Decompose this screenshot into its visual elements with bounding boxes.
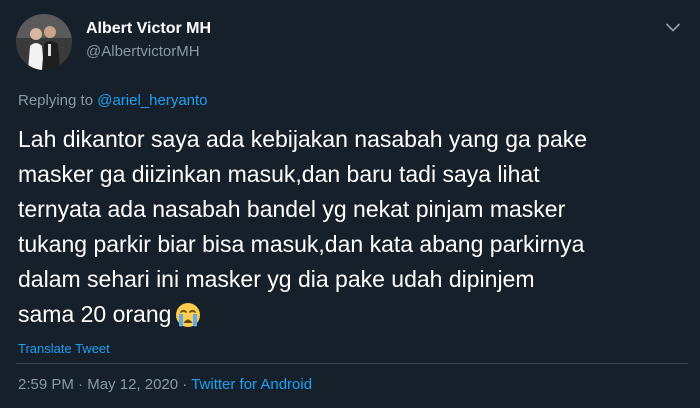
display-name[interactable]: Albert Victor MH — [86, 20, 211, 38]
tweet-line: sama 20 orang — [18, 301, 172, 327]
replying-to: Replying to @ariel_heryanto — [18, 92, 208, 109]
loudly-crying-face-emoji-icon — [175, 302, 201, 338]
translate-tweet-link[interactable]: Translate Tweet — [18, 341, 110, 356]
tweet-date[interactable]: May 12, 2020 — [87, 376, 178, 393]
meta-separator: · — [178, 376, 192, 393]
tweet-line: ternyata ada nasabah bandel yg nekat pin… — [18, 196, 566, 222]
tweet-line: tukang parkir biar bisa masuk,dan kata a… — [18, 231, 585, 257]
tweet-last-line: sama 20 orang — [18, 297, 690, 338]
chevron-down-icon[interactable] — [660, 14, 686, 40]
tweet-time[interactable]: 2:59 PM — [18, 376, 74, 393]
replying-label: Replying to — [18, 92, 98, 109]
tweet-line: masker ga diizinkan masuk,dan baru tadi … — [18, 161, 540, 187]
meta-separator: · — [73, 376, 88, 393]
tweet-line: Lah dikantor saya ada kebijakan nasabah … — [18, 126, 588, 152]
user-handle[interactable]: @AlbertvictorMH — [86, 43, 200, 60]
reply-handle-link[interactable]: @ariel_heryanto — [97, 92, 207, 109]
avatar[interactable] — [16, 14, 72, 70]
tweet-meta: 2:59 PM · May 12, 2020 · Twitter for And… — [18, 376, 312, 393]
tweet-source-link[interactable]: Twitter for Android — [191, 376, 312, 393]
tweet-card: Albert Victor MH @AlbertvictorMH Replyin… — [0, 0, 700, 408]
tweet-line: dalam sehari ini masker yg dia pake udah… — [18, 266, 535, 292]
divider — [16, 363, 688, 364]
tweet-text: Lah dikantor saya ada kebijakan nasabah … — [18, 122, 690, 338]
